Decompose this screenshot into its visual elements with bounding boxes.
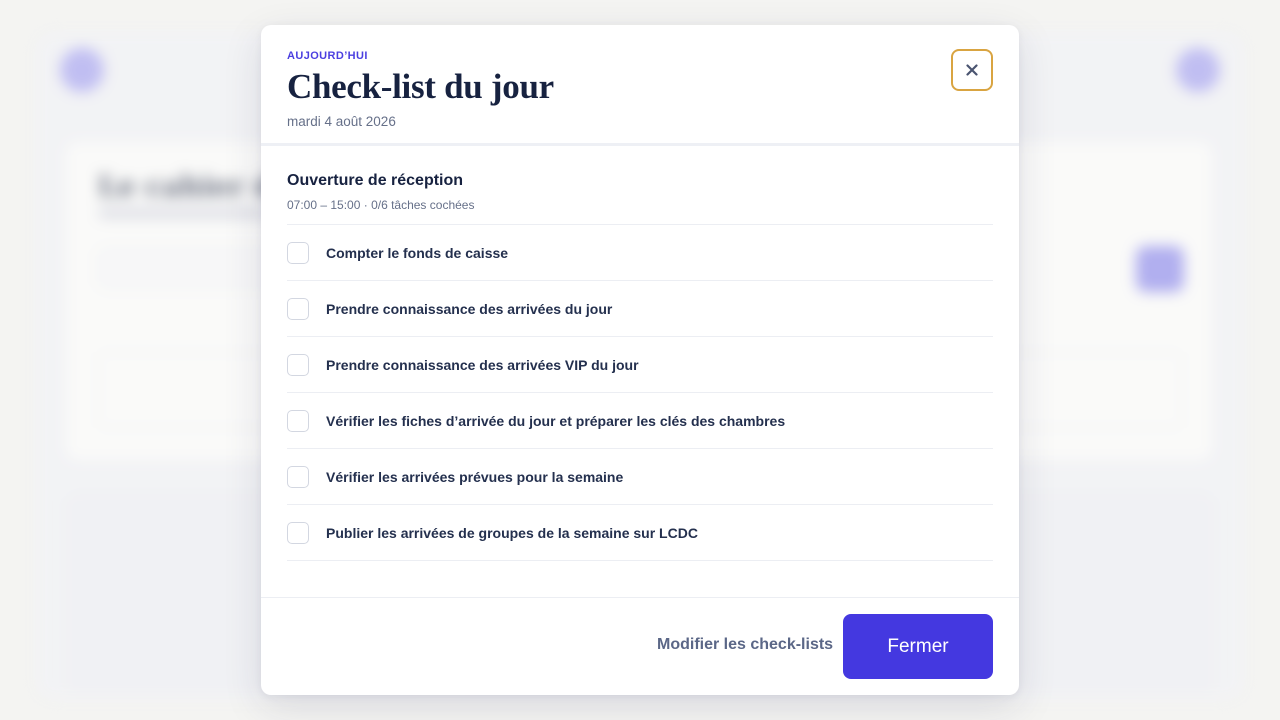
section-meta: 07:00 – 15:00 · 0/6 tâches cochées [287,198,475,212]
task-item[interactable]: Prendre connaissance des arrivées VIP du… [287,337,993,393]
modal-body: Ouverture de réception 07:00 – 15:00 · 0… [287,146,993,597]
task-label: Publier les arrivées de groupes de la se… [326,524,698,541]
close-icon [966,64,978,76]
task-item[interactable]: Vérifier les arrivées prévues pour la se… [287,449,993,505]
modal-title: Check-list du jour [287,67,554,106]
task-item[interactable]: Vérifier les fiches d’arrivée du jour et… [287,393,993,449]
footer-divider [261,597,1019,598]
task-item[interactable]: Prendre connaissance des arrivées du jou… [287,281,993,337]
task-checkbox[interactable] [287,297,309,320]
section-title: Ouverture de réception [287,172,464,189]
task-checkbox[interactable] [287,353,309,376]
close-modal-button[interactable]: Fermer [843,614,993,679]
task-checkbox[interactable] [287,521,309,544]
modal-eyebrow: AUJOURD’HUI [287,50,368,62]
edit-checklists-link[interactable]: Modifier les check-lists [657,636,833,654]
task-label: Compter le fonds de caisse [326,244,509,261]
checklist-modal: AUJOURD’HUI Check-list du jour mardi 4 a… [261,25,1019,695]
modal-date: mardi 4 août 2026 [287,114,396,129]
task-item[interactable]: Compter le fonds de caisse [287,225,993,281]
close-button[interactable] [951,49,993,91]
task-label: Prendre connaissance des arrivées VIP du… [326,356,639,373]
task-label: Vérifier les fiches d’arrivée du jour et… [326,412,786,429]
modal-header: AUJOURD’HUI Check-list du jour mardi 4 a… [261,25,1019,143]
task-list: Compter le fonds de caisse Prendre conna… [287,224,993,561]
task-label: Vérifier les arrivées prévues pour la se… [326,468,624,485]
task-item[interactable]: Publier les arrivées de groupes de la se… [287,505,993,561]
task-label: Prendre connaissance des arrivées du jou… [326,300,613,317]
task-checkbox[interactable] [287,465,309,488]
task-checkbox[interactable] [287,241,309,264]
task-checkbox[interactable] [287,409,309,432]
